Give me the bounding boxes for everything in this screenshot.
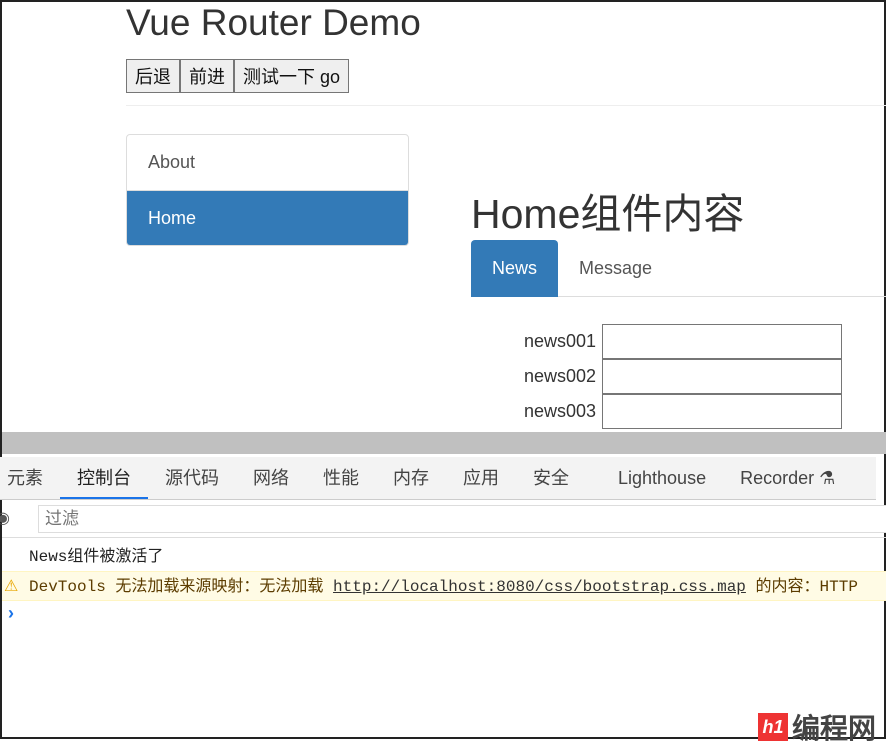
news-input[interactable]	[602, 359, 843, 394]
logo-mark: h1	[758, 713, 788, 741]
watermark-logo: h1 编程网	[758, 707, 876, 747]
list-item: news003	[524, 394, 843, 429]
list-item: news002	[524, 359, 843, 394]
news-label: news003	[524, 401, 597, 421]
news-input[interactable]	[602, 394, 843, 429]
list-item: news001	[524, 324, 843, 359]
tab-sources[interactable]: 源代码	[148, 457, 236, 499]
news-input[interactable]	[602, 324, 843, 359]
eye-icon[interactable]: ◉	[0, 508, 10, 528]
sidebar-nav: About Home	[126, 134, 409, 246]
news-label: news001	[524, 331, 597, 351]
news-label: news002	[524, 366, 597, 386]
sourcemap-link[interactable]: http://localhost:8080/css/bootstrap.css.…	[333, 578, 746, 596]
divider	[126, 105, 886, 106]
tab-recorder[interactable]: Recorder ⚗	[723, 457, 852, 499]
go-test-button[interactable]: 测试一下 go	[234, 59, 350, 93]
warn-text: DevTools 无法加载来源映射：无法加载	[29, 578, 334, 596]
tab-network[interactable]: 网络	[236, 457, 306, 499]
tab-recorder-label: Recorder	[740, 468, 815, 488]
console-prompt[interactable]: ›	[8, 603, 14, 624]
app-title: Vue Router Demo	[126, 2, 421, 43]
console-log-info: News组件被激活了	[29, 548, 164, 566]
tab-security[interactable]: 安全	[516, 457, 586, 499]
forward-button[interactable]: 前进	[180, 59, 234, 93]
tab-elements[interactable]: 元素	[0, 457, 60, 499]
warn-suffix: 的内容：HTTP	[745, 578, 858, 596]
tab-news[interactable]: News	[471, 240, 559, 297]
sidebar-item-about[interactable]: About	[127, 135, 408, 190]
back-button[interactable]: 后退	[126, 59, 180, 93]
tab-performance[interactable]: 性能	[306, 457, 376, 499]
filter-input[interactable]	[38, 505, 886, 533]
warning-icon: ⚠	[4, 578, 19, 596]
news-list: news001 news002 news003	[524, 324, 843, 429]
logo-text: 编程网	[792, 713, 877, 744]
devtools-resize-handle[interactable]	[2, 432, 886, 454]
sidebar-item-home[interactable]: Home	[127, 190, 408, 245]
tab-console[interactable]: 控制台	[60, 457, 148, 499]
tab-message[interactable]: Message	[558, 240, 673, 297]
devtools-tabs: 元素 控制台 源代码 网络 性能 内存 应用 安全 Lighthouse Rec…	[0, 457, 876, 500]
page-title: Home组件内容	[471, 191, 745, 237]
flask-icon: ⚗	[819, 468, 836, 488]
tab-memory[interactable]: 内存	[376, 457, 446, 499]
tab-lighthouse[interactable]: Lighthouse	[586, 457, 723, 499]
console-log-warning: ⚠ DevTools 无法加载来源映射：无法加载 http://localhost…	[2, 571, 886, 601]
tab-application[interactable]: 应用	[446, 457, 516, 499]
